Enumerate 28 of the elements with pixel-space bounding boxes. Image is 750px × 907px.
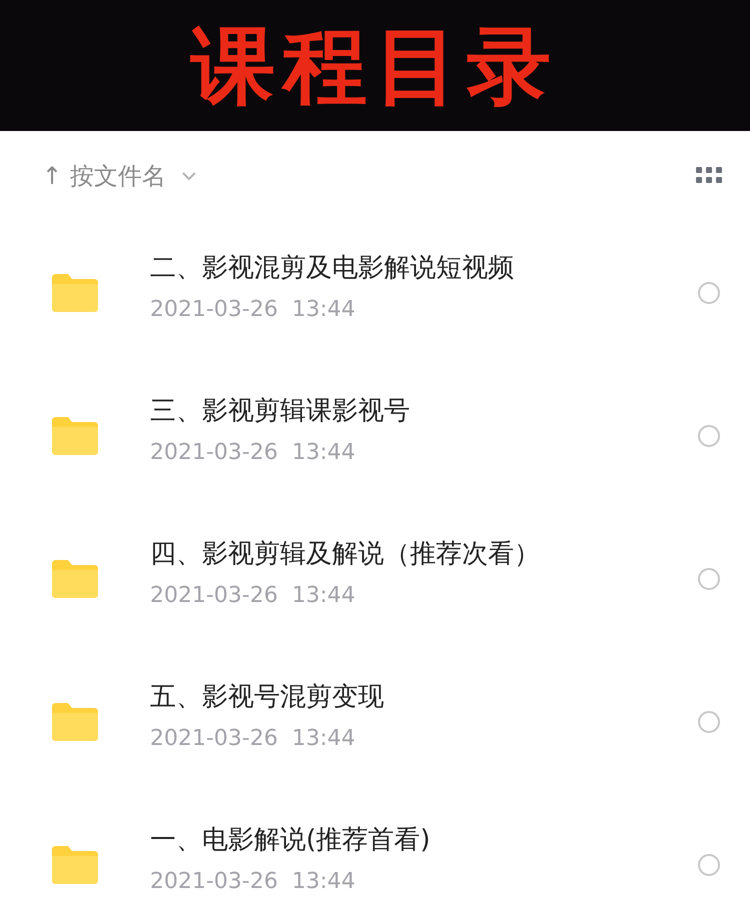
folder-icon (52, 274, 98, 312)
folder-row[interactable]: 二、影视混剪及电影解说短视频 2021-03-26 13:44 (0, 221, 750, 364)
folder-row[interactable]: 一、电影解说(推荐首看) 2021-03-26 13:44 (0, 793, 750, 907)
select-radio[interactable] (698, 282, 720, 304)
select-radio[interactable] (698, 568, 720, 590)
select-radio[interactable] (698, 710, 720, 732)
folder-name: 五、影视号混剪变现 (150, 680, 384, 713)
folder-row[interactable]: 五、影视号混剪变现 2021-03-26 13:44 (0, 650, 750, 793)
select-radio[interactable] (698, 854, 720, 876)
folder-date: 2021-03-26 13:44 (150, 868, 356, 896)
folder-icon (52, 416, 98, 454)
folder-icon (52, 702, 98, 740)
folder-row[interactable]: 四、影视剪辑及解说（推荐次看） 2021-03-26 13:44 (0, 507, 750, 650)
folder-row[interactable]: 三、影视剪辑课影视号 2021-03-26 13:44 (0, 364, 750, 507)
folder-date: 2021-03-26 13:44 (150, 725, 356, 752)
folder-name: 一、电影解说(推荐首看) (150, 824, 430, 856)
chevron-down-icon (182, 172, 196, 180)
select-radio[interactable] (698, 424, 720, 446)
folder-icon (52, 846, 98, 884)
folder-icon (52, 560, 98, 598)
folder-name: 二、影视混剪及电影解说短视频 (150, 252, 514, 284)
folder-date: 2021-03-26 13:44 (150, 439, 356, 466)
folder-name: 四、影视剪辑及解说（推荐次看） (150, 538, 540, 570)
folder-name: 三、影视剪辑课影视号 (150, 394, 410, 427)
folder-date: 2021-03-26 13:44 (150, 582, 356, 610)
grid-view-icon[interactable] (696, 167, 722, 185)
folder-date: 2021-03-26 13:44 (150, 296, 356, 324)
banner-title: 课程目录 (191, 24, 559, 108)
